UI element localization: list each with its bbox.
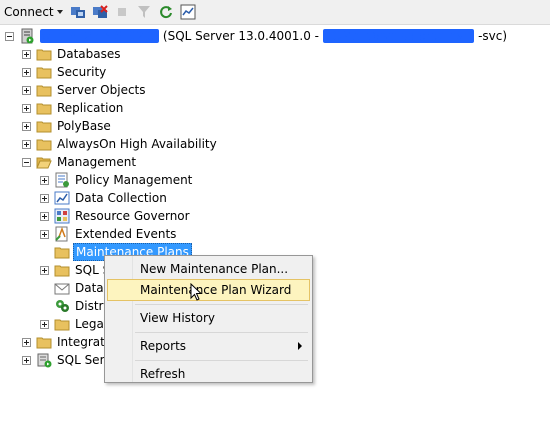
folder-icon bbox=[36, 337, 52, 349]
expand-toggle-icon[interactable] bbox=[22, 337, 31, 347]
tree-node-label: Replication bbox=[57, 101, 124, 115]
tree-node-alwayson[interactable]: AlwaysOn High Availability bbox=[22, 135, 217, 153]
menu-item-label: Reports bbox=[140, 339, 187, 353]
connect-object-explorer-icon[interactable] bbox=[69, 3, 87, 21]
tree-node-databases[interactable]: Databases bbox=[22, 45, 121, 63]
expand-toggle-icon[interactable] bbox=[40, 319, 49, 329]
tree-node-legacy[interactable]: Legac bbox=[40, 315, 110, 333]
tree-node-resource-governor[interactable]: Resource Governor bbox=[40, 207, 190, 225]
filter-icon bbox=[135, 3, 153, 21]
tree-node-extended-events[interactable]: Extended Events bbox=[40, 225, 176, 243]
sql-agent-icon bbox=[37, 353, 52, 368]
distributed-transaction-icon bbox=[56, 300, 69, 312]
menu-separator bbox=[135, 304, 308, 305]
tree-node-policy-management[interactable]: Policy Management bbox=[40, 171, 192, 189]
menu-item-refresh[interactable]: Refresh bbox=[107, 363, 310, 385]
folder-icon bbox=[36, 121, 52, 133]
tree-node-sql-server-agent[interactable]: SQL Serv bbox=[22, 351, 112, 369]
connect-dropdown-icon bbox=[56, 10, 63, 14]
expand-toggle-icon[interactable] bbox=[22, 49, 31, 59]
tree-node-integration-services[interactable]: Integratio bbox=[22, 333, 116, 351]
tree-node-data-collection[interactable]: Data Collection bbox=[40, 189, 167, 207]
expand-toggle-icon[interactable] bbox=[40, 265, 49, 275]
server-node-label: WIN-A123-MSL0203 (SQL Server 13.0.4001.0… bbox=[40, 28, 507, 44]
folder-icon bbox=[54, 265, 70, 277]
tree-node-replication[interactable]: Replication bbox=[22, 99, 123, 117]
menu-item-label: Maintenance Plan Wizard bbox=[140, 283, 292, 297]
expand-toggle-icon[interactable] bbox=[22, 121, 31, 131]
folder-icon bbox=[36, 139, 52, 151]
tree-node-label: Security bbox=[57, 65, 107, 79]
menu-item-maintenance-plan-wizard[interactable]: Maintenance Plan Wizard bbox=[107, 279, 310, 301]
expand-toggle-icon[interactable] bbox=[22, 355, 31, 365]
extended-events-icon bbox=[55, 226, 68, 242]
menu-item-new-maintenance-plan[interactable]: New Maintenance Plan... bbox=[107, 258, 310, 280]
tree-node-server-objects[interactable]: Server Objects bbox=[22, 81, 146, 99]
menu-item-reports[interactable]: Reports bbox=[107, 335, 310, 357]
tree-node-label: AlwaysOn High Availability bbox=[57, 137, 217, 151]
menu-separator bbox=[135, 360, 308, 361]
object-explorer-toolbar: Connect bbox=[0, 0, 550, 25]
server-version-text: (SQL Server 13.0.4001.0 - bbox=[162, 29, 323, 43]
tree-node-database-mail[interactable]: Datab bbox=[40, 279, 111, 297]
tree-node-security[interactable]: Security bbox=[22, 63, 106, 81]
tree-node-label: Resource Governor bbox=[75, 209, 190, 223]
refresh-icon[interactable] bbox=[157, 3, 175, 21]
tree-node-management[interactable]: Management bbox=[22, 153, 136, 171]
tree-node-distributed-transaction[interactable]: Distri bbox=[40, 297, 107, 315]
menu-item-label: Refresh bbox=[140, 367, 186, 381]
menu-separator bbox=[135, 332, 308, 333]
folder-icon bbox=[36, 103, 52, 115]
collapse-toggle-icon[interactable] bbox=[22, 157, 31, 167]
menu-item-label: View History bbox=[140, 311, 215, 325]
menu-item-label: New Maintenance Plan... bbox=[140, 262, 289, 276]
folder-icon bbox=[36, 49, 52, 61]
tree-node-label: Distri bbox=[75, 299, 107, 313]
tree-node-label: Management bbox=[57, 155, 137, 169]
submenu-arrow-icon bbox=[298, 342, 302, 350]
folder-open-icon bbox=[36, 157, 52, 169]
tree-node-polybase[interactable]: PolyBase bbox=[22, 117, 111, 135]
data-collection-icon bbox=[54, 191, 70, 205]
policy-icon bbox=[55, 172, 69, 188]
menu-item-view-history[interactable]: View History bbox=[107, 307, 310, 329]
tree-node-label: Policy Management bbox=[75, 173, 193, 187]
connect-button[interactable]: Connect bbox=[2, 4, 65, 20]
expand-toggle-icon[interactable] bbox=[40, 229, 49, 239]
folder-icon bbox=[36, 67, 52, 79]
tree-node-label: Extended Events bbox=[75, 227, 177, 241]
resource-governor-icon bbox=[54, 208, 70, 224]
collapse-toggle-icon[interactable] bbox=[5, 31, 14, 41]
database-mail-icon bbox=[54, 283, 70, 295]
server-login-suffix: -svc) bbox=[478, 29, 508, 43]
stop-icon bbox=[113, 3, 131, 21]
mouse-pointer-icon bbox=[190, 283, 203, 301]
disconnect-icon[interactable] bbox=[91, 3, 109, 21]
activity-monitor-icon[interactable] bbox=[179, 3, 197, 21]
tree-node-label: Server Objects bbox=[57, 83, 146, 97]
tree-node-server[interactable]: WIN-A123-MSL0203 (SQL Server 13.0.4001.0… bbox=[5, 27, 507, 45]
tree-node-label: Databases bbox=[57, 47, 121, 61]
expand-toggle-icon[interactable] bbox=[22, 139, 31, 149]
tree-node-label: Data Collection bbox=[75, 191, 167, 205]
expand-toggle-icon[interactable] bbox=[22, 67, 31, 77]
expand-toggle-icon[interactable] bbox=[22, 85, 31, 95]
context-menu: New Maintenance Plan... Maintenance Plan… bbox=[104, 255, 313, 383]
redacted-login-name: DOMAIN\svc-sqlprodinsm bbox=[322, 29, 475, 43]
expand-toggle-icon[interactable] bbox=[40, 175, 49, 185]
folder-icon bbox=[54, 319, 70, 331]
expand-toggle-icon[interactable] bbox=[22, 103, 31, 113]
tree-node-label: PolyBase bbox=[57, 119, 111, 133]
server-icon bbox=[21, 28, 34, 44]
redacted-server-name: WIN-A123-MSL0203 bbox=[40, 29, 160, 43]
folder-icon bbox=[36, 85, 52, 97]
folder-icon bbox=[54, 247, 70, 259]
expand-toggle-icon[interactable] bbox=[40, 211, 49, 221]
tree-node-sql-server-logs[interactable]: SQL S bbox=[40, 261, 110, 279]
connect-label: Connect bbox=[4, 5, 54, 19]
expand-toggle-icon[interactable] bbox=[40, 193, 49, 203]
